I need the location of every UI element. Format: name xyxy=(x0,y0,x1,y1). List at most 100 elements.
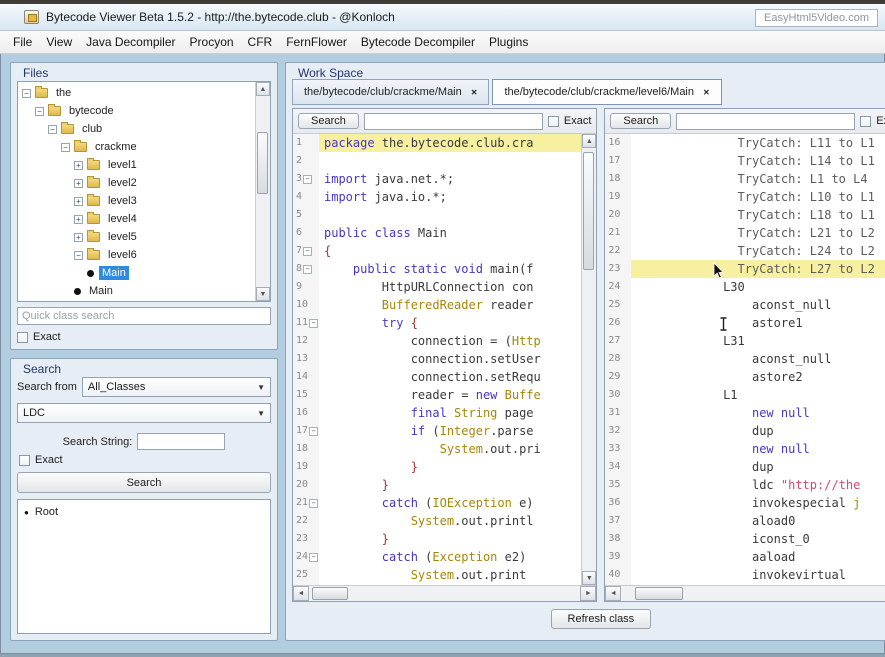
menu-cfr[interactable]: CFR xyxy=(241,32,280,52)
code-line[interactable]: 14 connection.setRequ xyxy=(293,368,581,386)
files-tree-scrollbar[interactable]: ▲ ▼ xyxy=(255,82,270,301)
fold-marker-icon[interactable]: − xyxy=(309,427,318,436)
checkbox-icon[interactable] xyxy=(17,332,28,343)
pane-search-button[interactable]: Search xyxy=(610,113,671,129)
code-line[interactable]: 20 } xyxy=(293,476,581,494)
code-line[interactable]: 22 System.out.printl xyxy=(293,512,581,530)
fold-marker-icon[interactable]: − xyxy=(309,499,318,508)
code-line[interactable]: 24− catch (Exception e2) xyxy=(293,548,581,566)
fold-marker-icon[interactable]: − xyxy=(309,319,318,328)
code-line[interactable]: 15 reader = new Buffe xyxy=(293,386,581,404)
code-line[interactable]: 40 invokevirtual xyxy=(605,566,885,584)
code-line[interactable]: 39 aaload xyxy=(605,548,885,566)
menu-plugins[interactable]: Plugins xyxy=(482,32,535,52)
pane-search-button[interactable]: Search xyxy=(298,113,359,129)
code-line[interactable]: 28 aconst_null xyxy=(605,350,885,368)
scrollbar-thumb[interactable] xyxy=(312,587,348,600)
expand-icon[interactable]: + xyxy=(74,161,83,170)
code-line[interactable]: 12 connection = (Http xyxy=(293,332,581,350)
code-line[interactable]: 25 System.out.print xyxy=(293,566,581,584)
scrollbar-thumb[interactable] xyxy=(257,132,268,194)
code-line[interactable]: 36 invokespecial j xyxy=(605,494,885,512)
expand-icon[interactable]: + xyxy=(74,233,83,242)
java-code-area[interactable]: 1package the.bytecode.club.cra23−import … xyxy=(293,134,596,585)
pane-search-input[interactable] xyxy=(676,113,855,130)
scroll-right-icon[interactable]: ► xyxy=(580,586,596,601)
close-icon[interactable]: ✕ xyxy=(471,88,478,97)
code-line[interactable]: 27 L31 xyxy=(605,332,885,350)
code-line[interactable]: 29 astore2 xyxy=(605,368,885,386)
scroll-left-icon[interactable]: ◄ xyxy=(293,586,309,601)
menu-fernflower[interactable]: FernFlower xyxy=(279,32,354,52)
scroll-down-icon[interactable]: ▼ xyxy=(256,287,270,301)
pane-search-input[interactable] xyxy=(364,113,543,130)
horizontal-scrollbar[interactable]: ◄ ► xyxy=(605,585,885,601)
expand-icon[interactable]: + xyxy=(74,197,83,206)
code-line[interactable]: 10 BufferedReader reader xyxy=(293,296,581,314)
code-line[interactable]: 19 TryCatch: L10 to L1 xyxy=(605,188,885,206)
code-line[interactable]: 2 xyxy=(293,152,581,170)
code-line[interactable]: 26 astore1 xyxy=(605,314,885,332)
code-line[interactable]: 1package the.bytecode.club.cra xyxy=(293,134,581,152)
menu-procyon[interactable]: Procyon xyxy=(183,32,241,52)
horizontal-scrollbar[interactable]: ◄ ► xyxy=(293,585,596,601)
code-line[interactable]: 20 TryCatch: L18 to L1 xyxy=(605,206,885,224)
code-line[interactable]: 31 new null xyxy=(605,404,885,422)
menu-file[interactable]: File xyxy=(6,32,39,52)
code-line[interactable]: 38 iconst_0 xyxy=(605,530,885,548)
tree-item-level3[interactable]: +level3 xyxy=(18,192,254,210)
tree-item-crackme[interactable]: −crackme xyxy=(18,138,254,156)
collapse-icon[interactable]: − xyxy=(35,107,44,116)
code-line[interactable]: 11− try { xyxy=(293,314,581,332)
code-line[interactable]: 22 TryCatch: L24 to L2 xyxy=(605,242,885,260)
code-line[interactable]: 18 System.out.pri xyxy=(293,440,581,458)
fold-marker-icon[interactable]: − xyxy=(303,265,312,274)
fold-marker-icon[interactable]: − xyxy=(303,175,312,184)
code-line[interactable]: 30 L1 xyxy=(605,386,885,404)
code-line[interactable]: 32 dup xyxy=(605,422,885,440)
code-line[interactable]: 34 dup xyxy=(605,458,885,476)
code-line[interactable]: 23 } xyxy=(293,530,581,548)
code-line[interactable]: 13 connection.setUser xyxy=(293,350,581,368)
search-button[interactable]: Search xyxy=(17,472,271,493)
collapse-icon[interactable]: − xyxy=(22,89,31,98)
scrollbar-thumb[interactable] xyxy=(635,587,683,600)
tree-item-club[interactable]: −club xyxy=(18,120,254,138)
scroll-up-icon[interactable]: ▲ xyxy=(256,82,270,96)
tab-the-bytecode-club-crackme-level6-main[interactable]: the/bytecode/club/crackme/level6/Main✕ xyxy=(492,79,721,105)
files-exact-checkbox[interactable]: Exact xyxy=(17,331,271,343)
code-line[interactable]: 19 } xyxy=(293,458,581,476)
fold-marker-icon[interactable]: − xyxy=(303,247,312,256)
menu-view[interactable]: View xyxy=(39,32,79,52)
menu-java-decompiler[interactable]: Java Decompiler xyxy=(79,32,182,52)
code-line[interactable]: 16 final String page xyxy=(293,404,581,422)
code-line[interactable]: 3−import java.net.*; xyxy=(293,170,581,188)
code-line[interactable]: 37 aload0 xyxy=(605,512,885,530)
search-from-select[interactable]: All_Classes ▼ xyxy=(82,377,271,397)
code-line[interactable]: 9 HttpURLConnection con xyxy=(293,278,581,296)
tab-the-bytecode-club-crackme-main[interactable]: the/bytecode/club/crackme/Main✕ xyxy=(292,79,489,105)
code-line[interactable]: 25 aconst_null xyxy=(605,296,885,314)
collapse-icon[interactable]: − xyxy=(74,251,83,260)
fold-marker-icon[interactable]: − xyxy=(309,553,318,562)
search-exact-checkbox[interactable]: Exact xyxy=(19,454,271,466)
tree-item-main[interactable]: Main xyxy=(18,264,254,282)
pane-exact-checkbox[interactable]: Exact xyxy=(860,115,885,127)
search-type-select[interactable]: LDC ▼ xyxy=(17,403,271,423)
code-line[interactable]: 16 TryCatch: L11 to L1 xyxy=(605,134,885,152)
code-line[interactable]: 17− if (Integer.parse xyxy=(293,422,581,440)
expand-icon[interactable]: + xyxy=(74,215,83,224)
code-line[interactable]: 21 TryCatch: L21 to L2 xyxy=(605,224,885,242)
tree-item-level4[interactable]: +level4 xyxy=(18,210,254,228)
menu-bytecode-decompiler[interactable]: Bytecode Decompiler xyxy=(354,32,482,52)
scroll-down-icon[interactable]: ▼ xyxy=(582,571,596,585)
code-line[interactable]: 21− catch (IOException e) xyxy=(293,494,581,512)
scroll-up-icon[interactable]: ▲ xyxy=(582,134,596,148)
code-line[interactable]: 4import java.io.*; xyxy=(293,188,581,206)
close-icon[interactable]: ✕ xyxy=(703,88,710,97)
code-line[interactable]: 6public class Main xyxy=(293,224,581,242)
tree-item-level5[interactable]: +level5 xyxy=(18,228,254,246)
pane-exact-checkbox[interactable]: Exact xyxy=(548,115,592,127)
checkbox-icon[interactable] xyxy=(19,455,30,466)
checkbox-icon[interactable] xyxy=(548,116,559,127)
